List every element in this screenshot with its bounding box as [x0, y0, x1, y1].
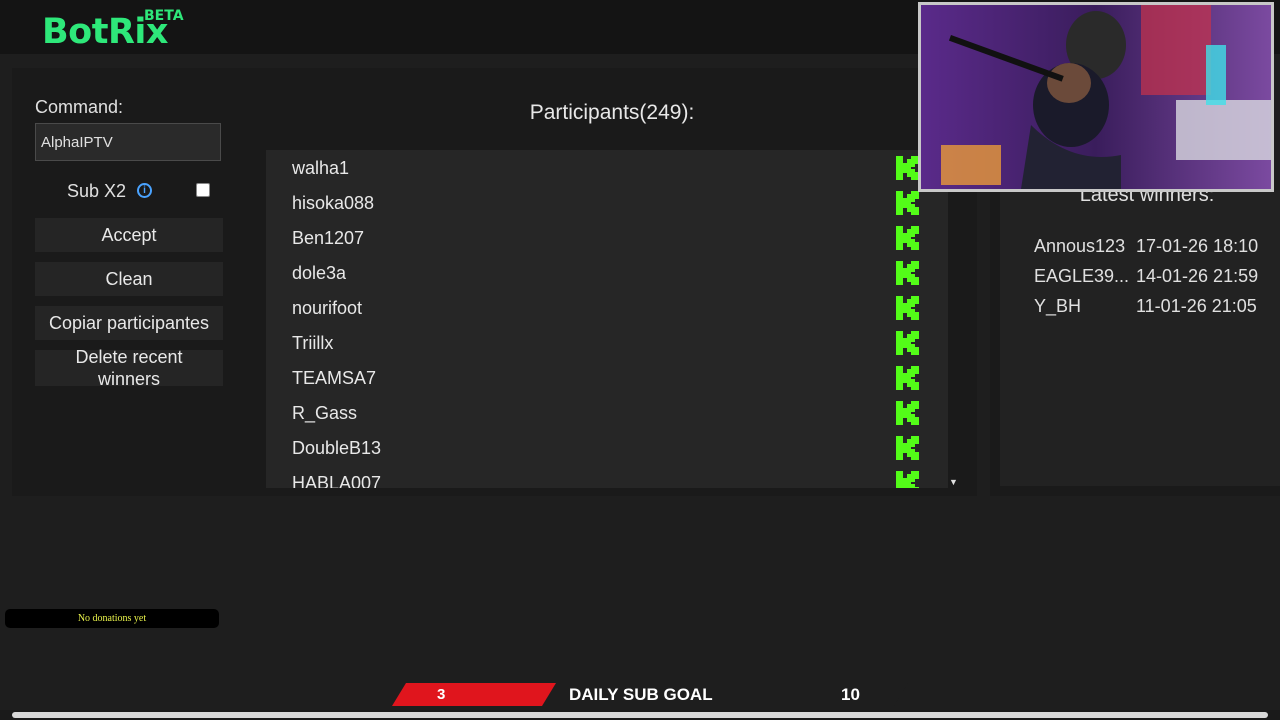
kick-icon — [896, 191, 919, 215]
clean-button[interactable]: Clean — [35, 262, 223, 296]
delete-recent-winners-button[interactable]: Delete recent winners — [35, 347, 223, 389]
sub-goal-target: 10 — [841, 685, 860, 704]
kick-icon — [896, 471, 919, 488]
kick-icon — [896, 296, 919, 320]
participant-name: TEAMSA7 — [292, 368, 377, 388]
webcam-image — [921, 5, 1271, 189]
participant-row[interactable]: Triillx — [266, 325, 948, 360]
participant-row[interactable]: Ben1207 — [266, 220, 948, 255]
command-input[interactable] — [35, 123, 221, 161]
participant-row[interactable]: walha1 — [266, 150, 948, 185]
kick-icon — [896, 156, 919, 180]
winner-date: 11-01-26 21:05 — [1136, 296, 1257, 316]
scroll-down-arrow[interactable]: ▼ — [949, 477, 958, 487]
webcam-overlay — [918, 2, 1274, 192]
winner-name: EAGLE39... — [1034, 266, 1130, 286]
participant-row[interactable]: TEAMSA7 — [266, 360, 948, 395]
beta-badge: BETA — [144, 8, 184, 24]
winner-row: EAGLE39... 14-01-26 21:59 — [1034, 266, 1274, 292]
participant-name: nourifoot — [292, 298, 363, 318]
info-icon[interactable]: i — [137, 183, 152, 198]
participant-name: R_Gass — [292, 403, 358, 423]
horizontal-scrollbar-thumb[interactable] — [12, 712, 1268, 718]
accept-button[interactable]: Accept — [35, 218, 223, 252]
participant-name: HABLA007 — [292, 473, 382, 488]
delete-button-line2: winners — [97, 369, 161, 389]
winner-name: Annous123 — [1034, 236, 1126, 256]
kick-icon — [896, 401, 919, 425]
delete-button-line1: Delete recent — [75, 347, 183, 367]
participant-row[interactable]: hisoka088 — [266, 185, 948, 220]
participant-row[interactable]: nourifoot — [266, 290, 948, 325]
sub-goal-label: DAILY SUB GOAL — [569, 685, 713, 704]
kick-icon — [896, 366, 919, 390]
participant-row[interactable]: HABLA007 — [266, 465, 948, 488]
participant-row[interactable]: R_Gass — [266, 395, 948, 430]
subx2-label: Sub X2 — [67, 181, 127, 201]
participant-row[interactable]: DoubleB13 — [266, 430, 948, 465]
kick-icon — [896, 436, 919, 460]
donations-status: No donations yet — [5, 609, 219, 628]
participant-name: hisoka088 — [292, 193, 375, 213]
participant-name: DoubleB13 — [292, 438, 382, 458]
command-label: Command: — [35, 97, 124, 117]
participant-name: Triillx — [292, 333, 334, 353]
participants-title: Participants(249): — [529, 101, 695, 124]
participants-list[interactable]: walha1 hisoka088 Ben1207 dole3a nourifoot Tri… — [266, 150, 948, 488]
participant-name: Ben1207 — [292, 228, 365, 248]
winner-date: 17-01-26 18:10 — [1136, 236, 1259, 256]
winner-date: 14-01-26 21:59 — [1136, 266, 1259, 286]
winner-name: Y_BH — [1034, 296, 1082, 316]
sub-goal-current: 3 — [437, 686, 446, 703]
kick-icon — [896, 331, 919, 355]
participant-row[interactable]: dole3a — [266, 255, 948, 290]
winner-row: Annous123 17-01-26 18:10 — [1034, 236, 1274, 262]
kick-icon — [896, 226, 919, 250]
subx2-checkbox[interactable] — [196, 183, 210, 197]
copy-participants-button[interactable]: Copiar participantes — [35, 306, 223, 340]
kick-icon — [896, 261, 919, 285]
winner-row: Y_BH 11-01-26 21:05 — [1034, 296, 1274, 322]
participant-name: dole3a — [292, 263, 347, 283]
winners-list — [1000, 190, 1280, 486]
participant-name: walha1 — [292, 158, 350, 178]
